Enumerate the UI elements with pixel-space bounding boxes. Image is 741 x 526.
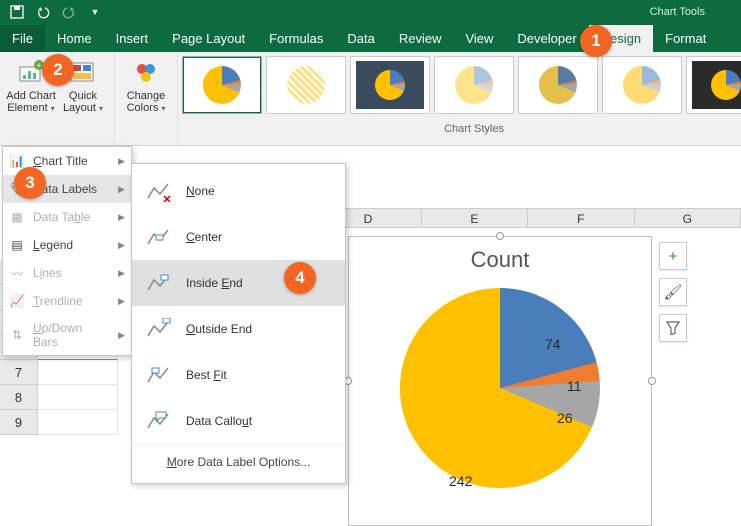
tab-format[interactable]: Format [653, 25, 718, 52]
svg-text:+: + [37, 61, 42, 70]
callout-icon [146, 408, 172, 434]
tab-file[interactable]: File [0, 25, 45, 52]
ribbon: + Add Chart Element ▾ Quick Layout ▾ Cha… [0, 52, 741, 146]
contextual-tab-title: Chart Tools [650, 6, 735, 18]
lines-icon: 〰 [9, 265, 25, 281]
chart-style-7[interactable] [686, 56, 741, 114]
step-badge-2: 2 [42, 54, 74, 86]
save-icon[interactable] [6, 3, 28, 21]
chart-handle-right[interactable] [648, 377, 656, 385]
chart-title[interactable]: Count [349, 237, 651, 278]
row-header-7[interactable]: 7 [0, 360, 38, 385]
title-bar: ▼ Chart Tools [0, 0, 741, 24]
best-fit-icon [146, 362, 172, 388]
data-table-icon: ▦ [9, 209, 25, 225]
tab-view[interactable]: View [453, 25, 505, 52]
tab-data[interactable]: Data [335, 25, 386, 52]
tab-home[interactable]: Home [45, 25, 104, 52]
col-header-g[interactable]: G [635, 209, 741, 227]
tab-page-layout[interactable]: Page Layout [160, 25, 257, 52]
data-labels-callout[interactable]: Data Callout [132, 398, 345, 444]
pie-label-4[interactable]: 242 [449, 473, 472, 489]
outside-end-icon [146, 316, 172, 342]
none-icon [146, 178, 172, 204]
tab-developer[interactable]: Developer [505, 25, 588, 52]
pie-label-3[interactable]: 26 [557, 410, 573, 426]
chart-side-buttons: + 🖌 [659, 242, 687, 342]
more-data-label-options[interactable]: More Data Label Options... [132, 444, 345, 479]
chart-style-1[interactable] [182, 56, 262, 114]
inside-end-icon [146, 270, 172, 296]
step-badge-4: 4 [284, 262, 316, 294]
change-colors-icon [131, 58, 161, 88]
cell-a7[interactable] [38, 360, 118, 385]
add-chart-element-label: Add Chart Element ▾ [6, 90, 56, 114]
chart-object[interactable]: Count 74 11 26 242 + 🖌 [348, 236, 652, 526]
chart-style-5[interactable] [518, 56, 598, 114]
step-badge-1: 1 [580, 25, 612, 57]
menu-legend[interactable]: ▤Legend▶ [3, 231, 131, 259]
tab-insert[interactable]: Insert [104, 25, 161, 52]
tab-formulas[interactable]: Formulas [257, 25, 335, 52]
chart-style-4[interactable] [434, 56, 514, 114]
chart-title-icon: 📊 [9, 153, 25, 169]
pie-label-2[interactable]: 11 [567, 378, 582, 394]
ribbon-tabs: File Home Insert Page Layout Formulas Da… [0, 24, 741, 52]
chart-elements-button[interactable]: + [659, 242, 687, 270]
chart-style-3[interactable] [350, 56, 430, 114]
change-colors-group: Change Colors ▾ [115, 52, 178, 145]
chart-styles-label: Chart Styles [182, 120, 741, 135]
pie-chart[interactable]: 74 11 26 242 [385, 278, 615, 508]
change-colors-label: Change Colors ▾ [127, 90, 166, 114]
center-icon [146, 224, 172, 250]
chart-style-2[interactable] [266, 56, 346, 114]
col-header-f[interactable]: F [528, 209, 634, 227]
data-labels-outside-end[interactable]: Outside End [132, 306, 345, 352]
step-badge-3: 3 [14, 167, 46, 199]
redo-icon[interactable] [58, 3, 80, 21]
data-labels-best-fit[interactable]: Best Fit [132, 352, 345, 398]
menu-updown-bars: ⇅Up/Down Bars▶ [3, 315, 131, 355]
undo-icon[interactable] [32, 3, 54, 21]
menu-lines: 〰Lines▶ [3, 259, 131, 287]
updown-icon: ⇅ [9, 327, 25, 343]
chart-handle-top[interactable] [496, 232, 504, 240]
menu-trendline: 📈Trendline▶ [3, 287, 131, 315]
qat-dropdown-icon[interactable]: ▼ [84, 3, 106, 21]
quick-access-toolbar: ▼ [6, 3, 106, 21]
cell-a8[interactable] [38, 385, 118, 410]
chart-styles-group: Chart Styles [178, 52, 741, 145]
col-header-e[interactable]: E [422, 209, 528, 227]
cell-a9[interactable] [38, 410, 118, 435]
data-labels-none[interactable]: None [132, 168, 345, 214]
chart-styles-button[interactable]: 🖌 [659, 278, 687, 306]
chart-style-6[interactable] [602, 56, 682, 114]
menu-data-table: ▦Data Table▶ [3, 203, 131, 231]
pie-label-1[interactable]: 74 [545, 336, 561, 352]
data-labels-center[interactable]: Center [132, 214, 345, 260]
chart-filters-button[interactable] [659, 314, 687, 342]
trendline-icon: 📈 [9, 293, 25, 309]
tab-review[interactable]: Review [387, 25, 454, 52]
row-header-9[interactable]: 9 [0, 410, 38, 435]
change-colors-button[interactable]: Change Colors ▾ [121, 56, 171, 124]
data-labels-submenu: None Center Inside End Outside End Best … [131, 163, 346, 484]
row-header-8[interactable]: 8 [0, 385, 38, 410]
quick-layout-label: Quick Layout ▾ [63, 90, 103, 114]
legend-icon: ▤ [9, 237, 25, 253]
